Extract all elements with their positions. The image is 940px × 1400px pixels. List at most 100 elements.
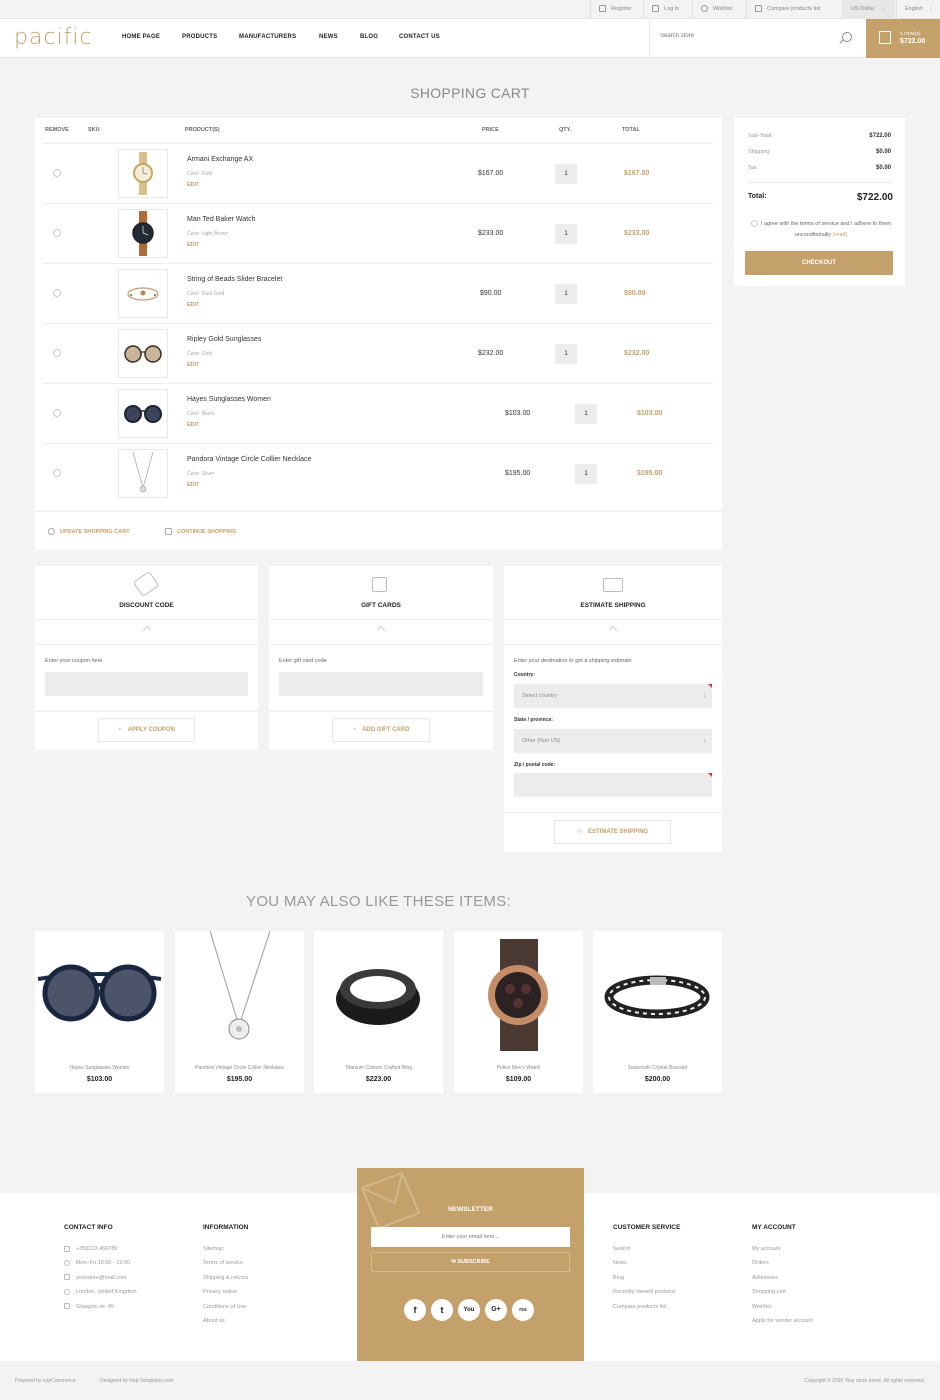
product-card[interactable]: Pandora Vintage Circle Collier Necklace …	[175, 931, 304, 1093]
edit-link[interactable]: EDIT	[187, 302, 200, 308]
footer-link[interactable]: About us	[203, 1314, 248, 1328]
footer-link[interactable]: Blog	[613, 1271, 680, 1285]
qty-input[interactable]: 1	[555, 344, 577, 364]
edit-link[interactable]: EDIT	[187, 242, 200, 248]
remove-radio[interactable]	[53, 229, 61, 237]
footer-link[interactable]: My account	[752, 1242, 813, 1256]
zip-input[interactable]	[514, 773, 712, 797]
footer-link[interactable]: News	[613, 1256, 680, 1270]
terms-read-link[interactable]: (read)	[833, 232, 848, 238]
store-logo[interactable]: pacific	[14, 25, 93, 50]
collapse-chevron-icon[interactable]	[504, 619, 722, 645]
terms-checkbox[interactable]	[750, 220, 758, 228]
email[interactable]: yourstore@mail.com	[64, 1271, 137, 1285]
product-thumbnail[interactable]	[118, 269, 168, 318]
remove-radio[interactable]	[53, 349, 61, 357]
country-select[interactable]: Select country ↓	[514, 684, 712, 708]
powered-by[interactable]: Powered by nopCommerce	[15, 1378, 76, 1384]
footer-link[interactable]: Compare products list	[613, 1300, 680, 1314]
product-name[interactable]: Hayes Sunglasses Women	[187, 396, 271, 403]
product-name[interactable]: String of Beads Slider Bracelet	[187, 276, 282, 283]
google-plus-icon[interactable]: G+	[485, 1299, 507, 1321]
product-thumbnail[interactable]	[118, 449, 168, 498]
state-select[interactable]: Other (Non US) ↓	[514, 729, 712, 753]
qty-input[interactable]: 1	[575, 404, 597, 424]
newsletter-email-input[interactable]	[371, 1227, 570, 1247]
nav-home[interactable]: HOME PAGE	[122, 34, 160, 40]
product-name[interactable]: Hayes Sunglasses Women	[35, 1065, 164, 1071]
add-gift-card-button[interactable]: + ADD GIFT CARD	[332, 718, 430, 742]
wishlist-link[interactable]: Wishlist	[692, 0, 745, 19]
qty-input[interactable]: 1	[555, 224, 577, 244]
search-icon[interactable]	[842, 32, 852, 42]
remove-radio[interactable]	[53, 469, 61, 477]
edit-link[interactable]: EDIT	[187, 422, 200, 428]
qty-input[interactable]: 1	[575, 464, 597, 484]
footer-link[interactable]: Privacy notice	[203, 1285, 248, 1299]
product-thumbnail[interactable]	[118, 329, 168, 378]
collapse-chevron-icon[interactable]	[269, 619, 493, 645]
search-input[interactable]	[660, 33, 820, 39]
estimate-shipping-button[interactable]: ◷ ESTIMATE SHIPPING	[554, 820, 671, 844]
designed-by[interactable]: Designed by Nop-Templates.com	[100, 1378, 174, 1384]
footer-link[interactable]: Wishlist	[752, 1300, 813, 1314]
collapse-chevron-icon[interactable]	[35, 619, 258, 645]
product-name[interactable]: Pandora Vintage Circle Collier Necklace	[187, 456, 311, 463]
product-name[interactable]: Swarovski Crystal Bracelet	[593, 1065, 722, 1071]
nav-manufacturers[interactable]: MANUFACTURERS	[239, 34, 296, 40]
footer-link[interactable]: Terms of service	[203, 1256, 248, 1270]
edit-link[interactable]: EDIT	[187, 362, 200, 368]
product-name[interactable]: Man Ted Baker Watch	[187, 216, 255, 223]
twitter-icon[interactable]: t	[431, 1299, 453, 1321]
edit-link[interactable]: EDIT	[187, 482, 200, 488]
apply-coupon-button[interactable]: + APPLY COUPON	[98, 718, 195, 742]
checkout-button[interactable]: CHECKOUT	[745, 251, 893, 275]
product-card[interactable]: Swarovski Crystal Bracelet $200.00	[593, 931, 722, 1093]
rss-icon[interactable]: rss	[512, 1299, 534, 1321]
product-thumbnail[interactable]	[118, 209, 168, 258]
remove-radio[interactable]	[53, 289, 61, 297]
product-card[interactable]: Police Men's Watch $109.00	[454, 931, 583, 1093]
footer-link[interactable]: Apply for vendor account	[752, 1314, 813, 1328]
product-name[interactable]: Ripley Gold Sunglasses	[187, 336, 261, 343]
continue-shopping-button[interactable]: CONTINUE SHOPPING	[165, 528, 236, 535]
footer-link[interactable]: Search	[613, 1242, 680, 1256]
nav-products[interactable]: PRODUCTS	[182, 34, 217, 40]
gift-card-input[interactable]	[279, 672, 483, 696]
qty-input[interactable]: 1	[555, 284, 577, 304]
currency-select[interactable]: US Dollar ↓	[842, 0, 895, 19]
footer-link[interactable]: Shopping cart	[752, 1285, 813, 1299]
product-name[interactable]: Police Men's Watch	[454, 1065, 583, 1071]
facebook-icon[interactable]: f	[404, 1299, 426, 1321]
footer-link[interactable]: Addresses	[752, 1271, 813, 1285]
compare-link[interactable]: Compare products list	[746, 0, 841, 19]
product-price: $195.00	[226, 1076, 253, 1083]
nav-contact[interactable]: CONTACT US	[399, 34, 440, 40]
remove-radio[interactable]	[53, 169, 61, 177]
footer-link[interactable]: Conditions of Use	[203, 1300, 248, 1314]
youtube-icon[interactable]: You	[458, 1299, 480, 1321]
product-card[interactable]: Hayes Sunglasses Women $103.00	[35, 931, 164, 1093]
footer-link[interactable]: Recently viewed products	[613, 1285, 680, 1299]
update-cart-button[interactable]: UPDATE SHOPPING CART	[48, 528, 130, 535]
remove-radio[interactable]	[53, 409, 61, 417]
product-name[interactable]: Pandora Vintage Circle Collier Necklace	[175, 1065, 304, 1071]
product-name[interactable]: Titanium Custom Crafted Ring	[314, 1065, 443, 1071]
footer-link[interactable]: Sitemap	[203, 1242, 248, 1256]
nav-blog[interactable]: BLOG	[360, 34, 378, 40]
footer-link[interactable]: Orders	[752, 1256, 813, 1270]
edit-link[interactable]: EDIT	[187, 182, 200, 188]
login-link[interactable]: Log in	[643, 0, 691, 19]
footer-link[interactable]: Shipping & returns	[203, 1271, 248, 1285]
product-thumbnail[interactable]	[118, 389, 168, 438]
product-thumbnail[interactable]	[118, 149, 168, 198]
nav-news[interactable]: NEWS	[319, 34, 338, 40]
product-name[interactable]: Armani Exchange AX	[187, 156, 253, 163]
qty-input[interactable]: 1	[555, 164, 577, 184]
subscribe-button[interactable]: ✉ SUBSCRIBE	[371, 1252, 570, 1272]
language-select[interactable]: English ↓	[896, 0, 940, 19]
register-link[interactable]: Register	[590, 0, 642, 19]
coupon-input[interactable]	[45, 672, 248, 696]
header-cart-button[interactable]: 6 ITEM(S) $722.00	[866, 19, 940, 58]
product-card[interactable]: Titanium Custom Crafted Ring $223.00	[314, 931, 443, 1093]
